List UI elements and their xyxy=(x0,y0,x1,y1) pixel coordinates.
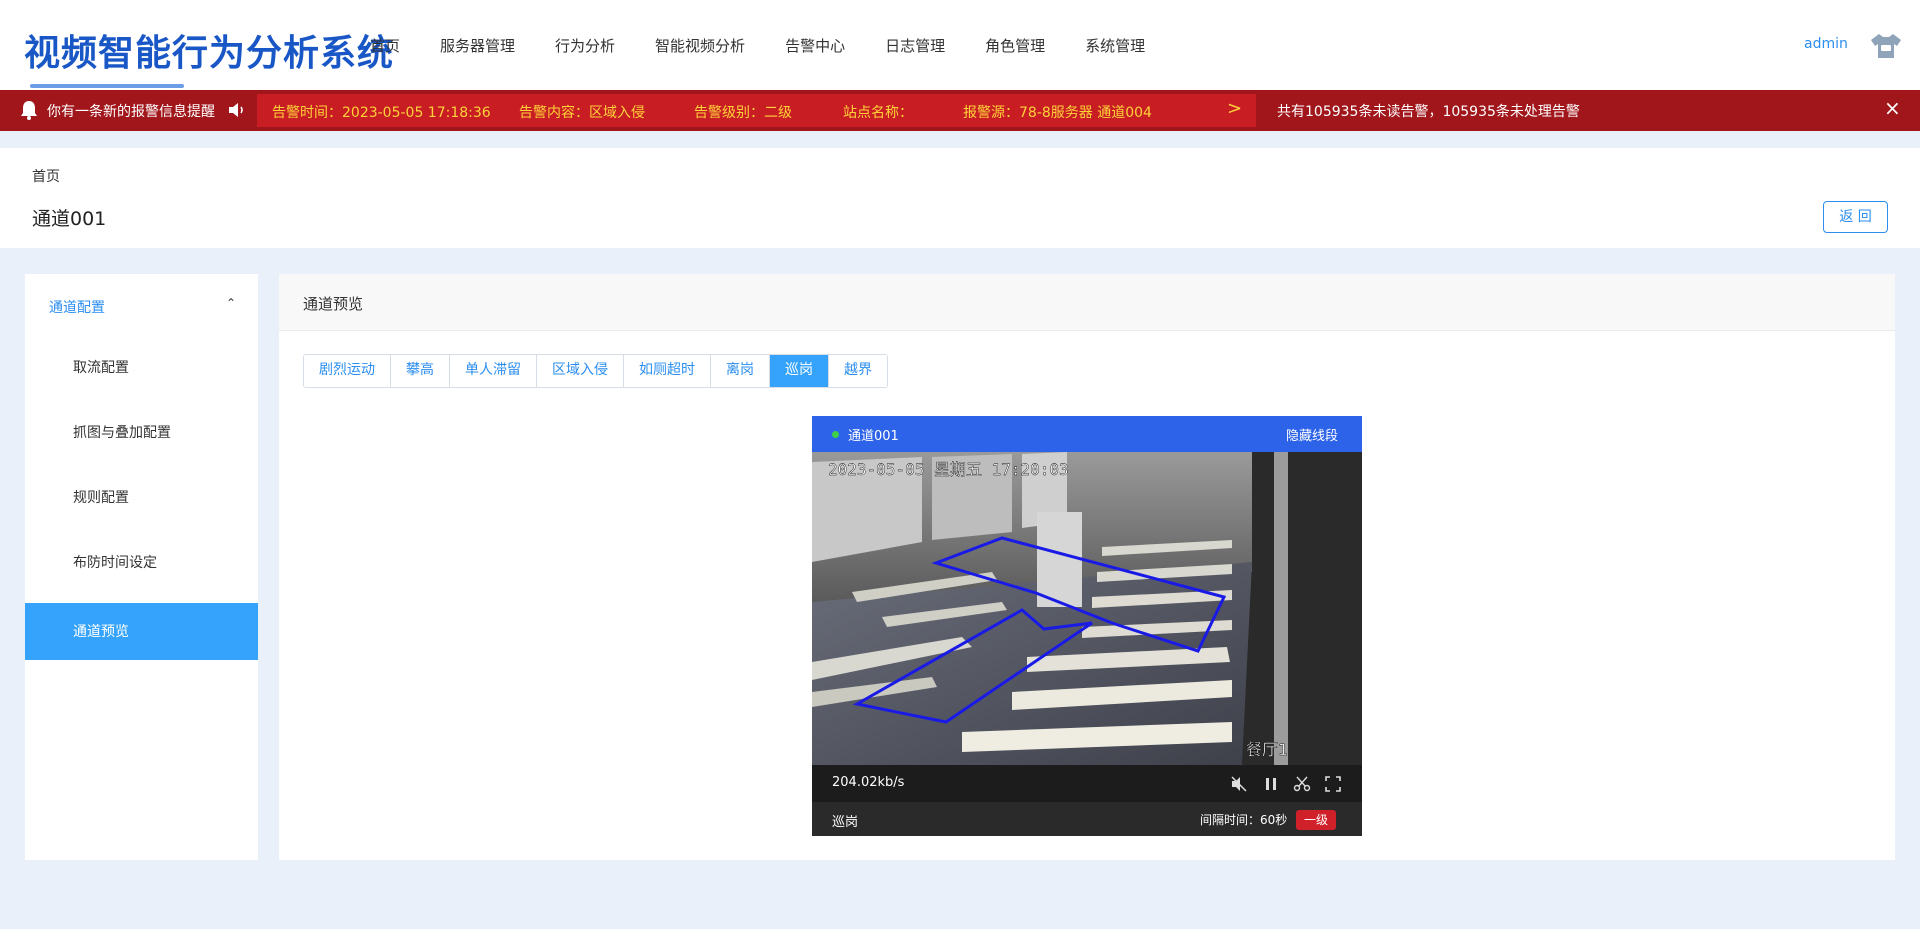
video-info-bar: 巡岗 间隔时间：60秒 一级 xyxy=(812,802,1362,836)
interval-time: 间隔时间：60秒 xyxy=(1200,813,1288,827)
tab-toilet-timeout[interactable]: 如厕超时 xyxy=(624,355,711,387)
tab-single-loiter[interactable]: 单人滞留 xyxy=(450,355,537,387)
sidebar-group-label: 通道配置 xyxy=(49,300,105,316)
app-title: 视频智能行为分析系统 xyxy=(24,33,395,74)
sidebar-item-rule-config[interactable]: 规则配置 xyxy=(25,469,258,526)
alarm-notification-bar: 你有一条新的报警信息提醒 告警时间：2023-05-05 17:18:36 告警… xyxy=(0,90,1920,131)
camera-scene: 2023-05-05 星期五 17:20:03 餐厅1 xyxy=(812,452,1362,765)
sidebar-item-stream-config[interactable]: 取流配置 xyxy=(25,339,258,396)
hide-lines-button[interactable]: 隐藏线段 xyxy=(1286,425,1338,444)
top-nav: 首页 服务器管理 行为分析 智能视频分析 告警中心 日志管理 角色管理 系统管理 xyxy=(370,34,1185,58)
sidebar-item-arming-schedule[interactable]: 布防时间设定 xyxy=(25,534,258,591)
panel-header: 通道预览 xyxy=(279,274,1895,331)
tab-patrol[interactable]: 巡岗 xyxy=(770,355,829,387)
pause-icon[interactable] xyxy=(1262,775,1280,793)
alarm-level: 告警级别：二级 xyxy=(694,105,792,121)
video-channel-name: 通道001 xyxy=(848,429,899,444)
alarm-time: 告警时间：2023-05-05 17:18:36 xyxy=(272,105,491,121)
main-panel: 通道预览 剧烈运动 攀高 单人滞留 区域入侵 如厕超时 离岗 巡岗 越界 通道0… xyxy=(279,274,1895,860)
alarm-title: 你有一条新的报警信息提醒 xyxy=(47,104,215,120)
video-frame[interactable]: 2023-05-05 星期五 17:20:03 餐厅1 xyxy=(812,452,1362,765)
tab-leave-post[interactable]: 离岗 xyxy=(711,355,770,387)
sidebar-item-capture-overlay[interactable]: 抓图与叠加配置 xyxy=(25,404,258,461)
nav-item-video-analysis[interactable]: 智能视频分析 xyxy=(655,34,745,58)
tab-line-crossing[interactable]: 越界 xyxy=(829,355,887,387)
nav-item-system[interactable]: 系统管理 xyxy=(1085,34,1145,58)
page-header: 首页 通道001 返 回 xyxy=(0,148,1920,248)
alarm-station: 站点名称： xyxy=(843,105,913,121)
sidebar-item-label: 通道预览 xyxy=(73,624,129,640)
alarm-source: 报警源：78-8服务器 通道004 xyxy=(963,105,1152,121)
panel-title: 通道预览 xyxy=(303,295,364,313)
scissors-icon[interactable] xyxy=(1293,775,1311,793)
nav-item-behavior[interactable]: 行为分析 xyxy=(555,34,615,58)
alarm-ticker[interactable]: 告警时间：2023-05-05 17:18:36 告警内容：区域入侵 告警级别：… xyxy=(257,94,1256,127)
sidebar-item-label: 规则配置 xyxy=(73,490,129,506)
alarm-content: 告警内容：区域入侵 xyxy=(519,105,645,121)
sidebar: 通道配置 ⌃ 取流配置 抓图与叠加配置 规则配置 布防时间设定 通道预览 xyxy=(25,274,258,860)
tab-area-intrusion[interactable]: 区域入侵 xyxy=(537,355,624,387)
video-title-bar: 通道001 隐藏线段 xyxy=(812,416,1362,452)
osd-timestamp: 2023-05-05 星期五 17:20:03 xyxy=(828,460,1069,479)
detection-mode: 巡岗 xyxy=(832,815,859,830)
tab-climbing[interactable]: 攀高 xyxy=(391,355,450,387)
speaker-icon[interactable] xyxy=(228,102,246,118)
chevron-up-icon: ⌃ xyxy=(226,296,237,310)
fullscreen-icon[interactable] xyxy=(1324,775,1342,793)
video-control-bar: 204.02kb/s xyxy=(812,765,1362,802)
nav-item-roles[interactable]: 角色管理 xyxy=(985,34,1045,58)
online-status-dot xyxy=(832,431,839,438)
alarm-summary: 共有105935条未读告警，105935条未处理告警 xyxy=(1277,104,1580,120)
behavior-tabs: 剧烈运动 攀高 单人滞留 区域入侵 如厕超时 离岗 巡岗 越界 xyxy=(303,354,888,388)
sidebar-item-label: 布防时间设定 xyxy=(73,555,157,571)
osd-location: 餐厅1 xyxy=(1246,740,1288,759)
bell-icon xyxy=(21,101,37,120)
close-icon[interactable]: × xyxy=(1884,96,1901,120)
sidebar-group-channel-config[interactable]: 通道配置 ⌃ xyxy=(25,274,258,339)
bitrate-readout: 204.02kb/s xyxy=(832,775,905,790)
nav-item-logs[interactable]: 日志管理 xyxy=(885,34,945,58)
title-underline xyxy=(30,84,184,88)
tab-violent-motion[interactable]: 剧烈运动 xyxy=(304,355,391,387)
sidebar-item-channel-preview[interactable]: 通道预览 xyxy=(25,603,258,660)
alarm-level-badge: 一级 xyxy=(1296,810,1336,830)
nav-item-server[interactable]: 服务器管理 xyxy=(440,34,515,58)
sidebar-item-label: 取流配置 xyxy=(73,360,129,376)
app-header: 视频智能行为分析系统 首页 服务器管理 行为分析 智能视频分析 告警中心 日志管… xyxy=(0,0,1920,90)
back-button[interactable]: 返 回 xyxy=(1823,201,1888,233)
page-title: 通道001 xyxy=(32,208,107,230)
user-name[interactable]: admin xyxy=(1804,36,1848,52)
nav-item-alarm-center[interactable]: 告警中心 xyxy=(785,34,845,58)
shirt-icon[interactable] xyxy=(1869,32,1903,60)
sidebar-item-label: 抓图与叠加配置 xyxy=(73,425,171,441)
breadcrumb[interactable]: 首页 xyxy=(32,166,60,186)
next-alarm-arrow-icon[interactable]: > xyxy=(1227,98,1242,119)
nav-item-home[interactable]: 首页 xyxy=(370,34,400,58)
video-player: 通道001 隐藏线段 2023-05-05 星期五 17:20:03 餐厅1 2… xyxy=(812,416,1362,836)
mute-icon[interactable] xyxy=(1230,775,1248,793)
